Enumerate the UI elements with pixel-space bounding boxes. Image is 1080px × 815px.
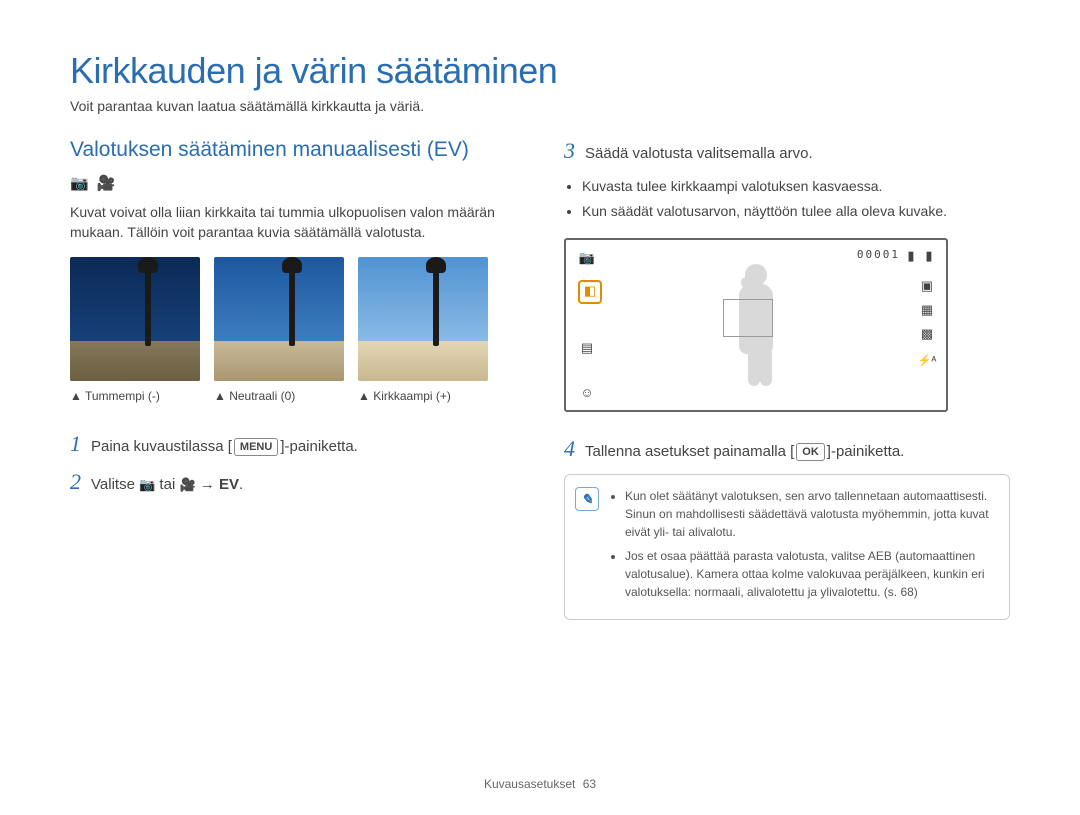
step-3-bullets: Kuvasta tulee kirkkaampi valotuksen kasv… bbox=[564, 176, 1010, 222]
note-icon: ✎ bbox=[575, 487, 599, 511]
thumb-brighter bbox=[358, 257, 488, 381]
step-1-text-after: ]-painiketta. bbox=[280, 438, 358, 455]
step-4-before: Tallenna asetukset painamalla [ bbox=[585, 443, 794, 460]
video-mode-icon: 🎥 bbox=[179, 477, 195, 492]
example-thumbnails bbox=[70, 257, 516, 381]
battery-icon: ▮ bbox=[920, 248, 938, 264]
caption-darker: ▲ Tummempi (-) bbox=[70, 389, 200, 403]
metering-icon: ▩ bbox=[918, 326, 936, 342]
ok-button-label: OK bbox=[796, 443, 825, 461]
camera-p-icon: 📷 bbox=[70, 175, 91, 192]
note-item-1: Kun olet säätänyt valotuksen, sen arvo t… bbox=[625, 487, 995, 541]
step-3: 3 Säädä valotusta valitsemalla arvo. bbox=[564, 138, 1010, 164]
exposure-icon: ◧ bbox=[581, 283, 599, 299]
footer-section: Kuvausasetukset bbox=[484, 777, 575, 791]
note-item-2: Jos et osaa päättää parasta valotusta, v… bbox=[625, 547, 995, 601]
flash-auto-icon: ⚡ᴬ bbox=[918, 352, 936, 368]
step-1: 1 Paina kuvaustilassa [MENU]-painiketta. bbox=[70, 431, 516, 457]
mode-icons: 📷 🎥 bbox=[70, 174, 516, 192]
thumb-darker bbox=[70, 257, 200, 381]
menu-button-label: MENU bbox=[234, 438, 278, 456]
page-subtitle: Voit parantaa kuvan laatua säätämällä ki… bbox=[70, 98, 1010, 114]
memory-card-icon: ▮ bbox=[902, 248, 920, 264]
ev-intro-text: Kuvat voivat olla liian kirkkaita tai tu… bbox=[70, 202, 516, 243]
step-2-end: . bbox=[239, 476, 243, 493]
page-footer: Kuvausasetukset 63 bbox=[0, 777, 1080, 791]
step-4-number: 4 bbox=[564, 436, 575, 462]
step-3-text: Säädä valotusta valitsemalla arvo. bbox=[585, 145, 813, 162]
bullet-brighter: Kuvasta tulee kirkkaampi valotuksen kasv… bbox=[582, 176, 1010, 197]
section-title-ev: Valotuksen säätäminen manuaalisesti (EV) bbox=[70, 138, 516, 162]
step-2-number: 2 bbox=[70, 469, 81, 495]
step-1-number: 1 bbox=[70, 431, 81, 457]
step-2-arrow: → bbox=[196, 476, 219, 493]
camera-icon: 📷 bbox=[139, 477, 155, 492]
step-4-after: ]-painiketta. bbox=[827, 443, 905, 460]
resolution-icon: ▣ bbox=[918, 278, 936, 294]
caption-neutral: ▲ Neutraali (0) bbox=[214, 389, 344, 403]
camera-lcd-preview: 00001 📷 ◧ ▤ ☺ ▮ ▮ ▣ ▦ ▩ ⚡ᴬ bbox=[564, 238, 948, 412]
step-1-text-before: Paina kuvaustilassa [ bbox=[91, 438, 232, 455]
bullet-icon-appears: Kun säädät valotusarvon, näyttöön tulee … bbox=[582, 201, 1010, 222]
step-2: 2 Valitse 📷 tai 🎥 → EV. bbox=[70, 469, 516, 495]
page-title: Kirkkauden ja värin säätäminen bbox=[70, 50, 1010, 92]
face-icon: ☺ bbox=[578, 384, 596, 400]
focus-frame-icon bbox=[723, 299, 773, 337]
left-column: Valotuksen säätäminen manuaalisesti (EV)… bbox=[70, 138, 516, 620]
step-2-mid: tai bbox=[155, 476, 179, 493]
shot-counter: 00001 bbox=[857, 248, 900, 261]
quality-icon: ▦ bbox=[918, 302, 936, 318]
step-2-before: Valitse bbox=[91, 476, 139, 493]
note-box: ✎ Kun olet säätänyt valotuksen, sen arvo… bbox=[564, 474, 1010, 620]
footer-page-number: 63 bbox=[583, 777, 596, 791]
video-icon: 🎥 bbox=[97, 175, 118, 192]
ev-indicator-highlight: ◧ bbox=[578, 280, 602, 304]
mode-camera-icon: 📷 bbox=[578, 250, 596, 266]
ev-label: EV bbox=[219, 476, 239, 493]
right-column: 3 Säädä valotusta valitsemalla arvo. Kuv… bbox=[564, 138, 1010, 620]
step-4: 4 Tallenna asetukset painamalla [OK]-pai… bbox=[564, 436, 1010, 462]
caption-brighter: ▲ Kirkkaampi (+) bbox=[358, 389, 488, 403]
step-3-number: 3 bbox=[564, 138, 575, 164]
thumb-neutral bbox=[214, 257, 344, 381]
thumb-captions: ▲ Tummempi (-) ▲ Neutraali (0) ▲ Kirkkaa… bbox=[70, 389, 516, 403]
iso-icon: ▤ bbox=[578, 340, 596, 356]
